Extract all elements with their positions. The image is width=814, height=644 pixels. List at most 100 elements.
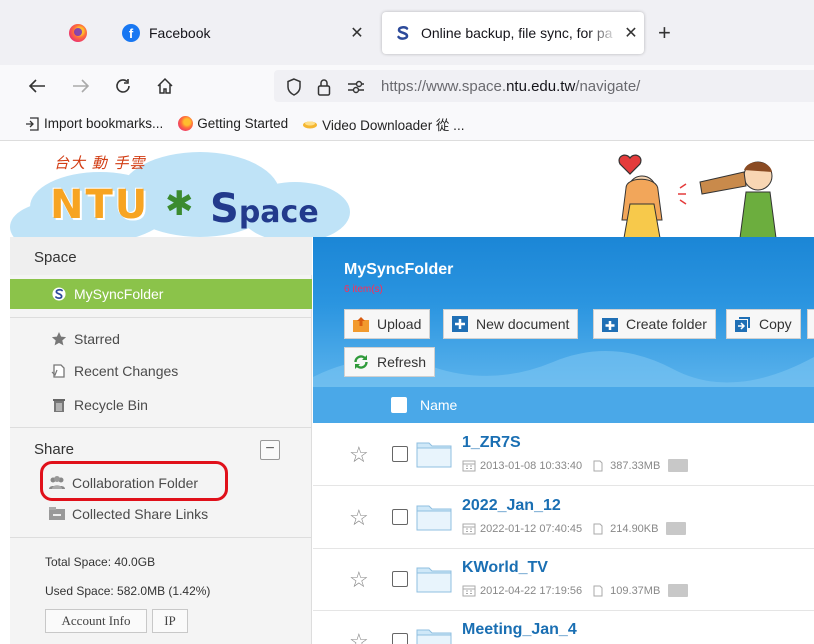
file-row[interactable]: ☆ 2022_Jan_12 2022-01-12 07:40:45 214.90KB [313,487,814,549]
url-path: /navigate/ [575,78,641,95]
reload-icon[interactable] [110,73,136,99]
more-toolbar-button[interactable] [807,309,814,339]
file-name[interactable]: 1_ZR7S [462,434,521,452]
folder-title: MySyncFolder [344,261,454,278]
sidebar-item-label: Collected Share Links [72,506,209,522]
site-header: 台大 動 手雲 NTU ✱ Space [10,142,814,237]
name-column-header[interactable]: Name [420,397,457,413]
logo-tagline: 台大 動 手雲 [54,154,146,172]
file-meta: 2022-01-12 07:40:45 214.90KB [462,522,687,535]
home-icon[interactable] [152,73,178,99]
forward-arrow-icon[interactable] [68,73,94,99]
sidebar: Space MySyncFolder Starred Recent Change… [10,237,312,644]
file-row[interactable]: ☆ 1_ZR7S 2013-01-08 10:33:40 387.33MB [313,424,814,486]
sidebar-item-recycle-bin[interactable]: Recycle Bin [10,391,312,419]
sidebar-item-label: MySyncFolder [74,286,164,302]
sidebar-item-starred[interactable]: Starred [10,325,312,353]
bookmark-import[interactable]: Import bookmarks... [24,116,163,132]
document-icon [50,362,68,380]
close-tab-icon[interactable]: ✕ [344,23,370,43]
calendar-icon [462,523,476,535]
file-row[interactable]: ☆ Meeting_Jan_4 [313,611,814,644]
firefox-icon [177,116,193,132]
ip-button[interactable]: IP [152,609,188,633]
url-bar[interactable]: https://www.space.ntu.edu.tw/navigate/ [274,70,814,102]
logo-ntu[interactable]: NTU [50,182,149,228]
row-checkbox[interactable] [392,571,408,587]
sidebar-item-recent-changes[interactable]: Recent Changes [10,357,312,385]
shield-icon[interactable] [284,77,304,97]
bookmark-getting-started[interactable]: Getting Started [177,116,288,132]
file-meta: 2012-04-22 17:19:56 109.37MB [462,584,689,597]
file-date: 2013-01-08 10:33:40 [480,459,583,472]
folder-icon [416,629,452,644]
sidebar-item-label: Recycle Bin [74,397,148,413]
close-tab-icon[interactable]: ✕ [618,23,644,43]
url-prefix: https://www.space. [381,78,507,95]
comment-icon[interactable] [668,459,689,472]
file-row[interactable]: ☆ KWorld_TV 2012-04-22 17:19:56 109.37MB [313,549,814,611]
url-host: ntu.edu.tw [506,78,576,95]
account-info-button[interactable]: Account Info [45,609,147,633]
star-outline-icon[interactable]: ☆ [349,569,369,591]
space-logo-icon [50,285,68,303]
firefox-menu-button[interactable] [58,14,98,52]
file-name[interactable]: KWorld_TV [462,559,548,577]
new-document-icon [450,314,470,334]
sidebar-item-collected-share-links[interactable]: Collected Share Links [10,500,312,528]
url-text[interactable]: https://www.space.ntu.edu.tw/navigate/ [381,78,640,95]
new-tab-icon[interactable]: + [658,20,671,46]
sidebar-item-mysyncfolder[interactable]: MySyncFolder [10,279,312,309]
create-folder-label: Create folder [626,316,707,332]
calendar-icon [462,460,476,472]
comment-icon[interactable] [666,522,687,535]
refresh-icon [351,352,371,372]
total-space-text: Total Space: 40.0GB [45,555,156,569]
file-size: 214.90KB [610,522,659,535]
bookmark-label: Import bookmarks... [44,116,164,131]
star-outline-icon[interactable]: ☆ [349,444,369,466]
bookmark-video-downloader[interactable]: Video Downloader 從 ... [302,114,464,134]
star-icon [50,330,68,348]
file-name[interactable]: Meeting_Jan_4 [462,621,577,639]
divider [10,537,312,538]
calendar-icon [462,585,476,597]
row-checkbox[interactable] [392,633,408,644]
upload-button[interactable]: Upload [344,309,431,339]
create-folder-button[interactable]: Create folder [593,309,716,339]
new-document-button[interactable]: New document [443,309,579,339]
logo-space[interactable]: Space [210,186,319,232]
row-checkbox[interactable] [392,509,408,525]
tab-label: Online backup, file sync, for pa [421,25,613,41]
facebook-icon: f [122,24,140,42]
star-outline-icon[interactable]: ☆ [349,507,369,529]
comment-icon[interactable] [668,584,689,597]
space-heading: Space [10,237,312,275]
tab-space[interactable]: Online backup, file sync, for pa ✕ [382,12,644,54]
tab-facebook[interactable]: f Facebook ✕ [110,12,372,54]
bookmark-label: Video Downloader 從 ... [322,117,465,133]
copy-button[interactable]: Copy [726,309,801,339]
browser-tab-bar: f Facebook ✕ Online backup, file sync, f… [0,0,814,65]
back-arrow-icon[interactable] [24,73,50,99]
permissions-icon[interactable] [346,77,366,97]
refresh-button[interactable]: Refresh [344,347,436,377]
file-size-icon [592,585,606,597]
folder-header: MySyncFolder 6 item(s) Upload New docume… [313,237,814,387]
lock-icon[interactable] [314,77,334,97]
refresh-label: Refresh [377,354,427,370]
collapse-button[interactable]: − [260,440,280,460]
new-document-label: New document [476,316,570,332]
file-date: 2022-01-12 07:40:45 [480,522,583,535]
file-list-header: Name [313,387,814,423]
create-folder-icon [600,314,620,334]
couple-illustration-icon [618,154,777,237]
import-icon [24,116,40,132]
file-name[interactable]: 2022_Jan_12 [462,497,561,515]
tab-label: Facebook [149,25,211,41]
row-checkbox[interactable] [392,446,408,462]
star-outline-icon[interactable]: ☆ [349,631,369,644]
file-size: 109.37MB [610,584,661,597]
select-all-checkbox[interactable] [391,397,407,413]
highlight-annotation [40,461,228,501]
